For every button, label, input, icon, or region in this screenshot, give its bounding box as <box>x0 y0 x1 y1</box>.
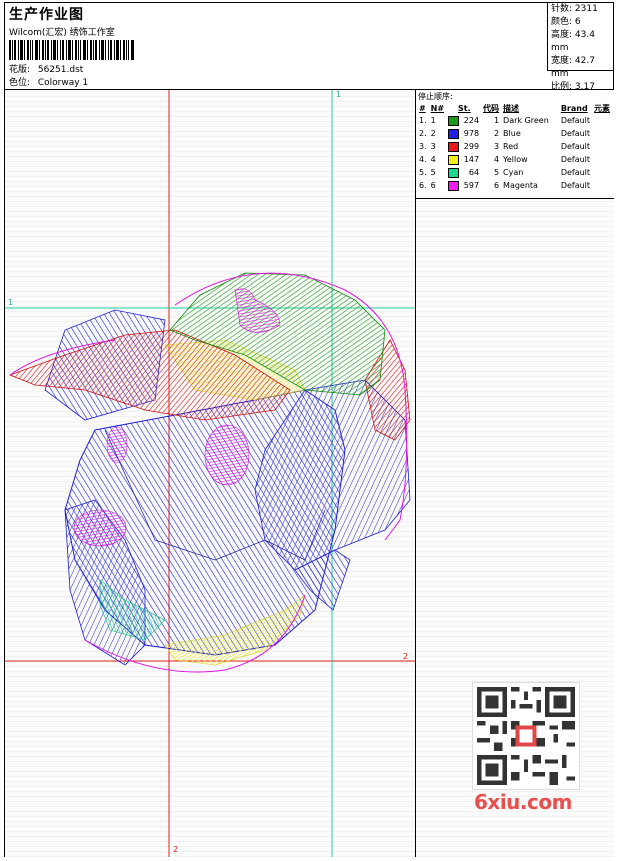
watermark: 6xiu.com <box>474 790 572 814</box>
row-code: 1 <box>493 116 500 125</box>
worksheet: 生产作业图 Wilcom(汇宏) 绣饰工作室 花版: 5 6251.dst 色位:… <box>4 2 614 857</box>
row-desc: Dark Green <box>503 116 549 125</box>
row-desc: Blue <box>503 129 521 138</box>
design-value: 56251.dst <box>37 65 84 75</box>
legend-title: 停止顺序: <box>418 92 453 101</box>
col-stitches: St. <box>458 103 471 113</box>
row-stitches: 597 <box>446 179 481 192</box>
qr-code <box>472 682 580 790</box>
row-index: 4. <box>419 155 427 164</box>
side-panel: 停止顺序: # N# St. 代码 描述 Brand 元素 1. 1 224 1 Dar… <box>416 90 614 857</box>
row-brand: Default <box>560 155 591 164</box>
col-code: 代码 <box>483 103 500 113</box>
axis-label-bottom: 2 <box>173 845 179 854</box>
stat-stitches: 针数: 2311 <box>551 4 598 14</box>
row-n: 6 <box>430 181 436 190</box>
magenta-brow <box>106 426 128 464</box>
row-index: 6. <box>419 181 427 190</box>
stitch-count: 597 <box>463 181 480 190</box>
embroidery-preview <box>5 90 415 857</box>
color-legend: 停止顺序: # N# St. 代码 描述 Brand 元素 1. 1 224 1 Dar… <box>416 90 614 199</box>
color-swatch <box>448 128 460 139</box>
color-swatch <box>448 141 460 152</box>
stitch-count: 64 <box>468 168 480 177</box>
color-swatch <box>448 154 460 165</box>
row-index: 5. <box>419 168 427 177</box>
page-title: 生产作业图 <box>9 7 84 23</box>
row-desc: Cyan <box>503 168 524 177</box>
design-canvas[interactable]: 1 1 2 2 <box>5 90 416 857</box>
barcode <box>9 40 134 60</box>
software-subtitle: Wilcom(汇宏) 绣饰工作室 <box>9 28 115 38</box>
legend-table: # N# St. 代码 描述 Brand 元素 1. 1 224 1 Dark Gree… <box>417 102 612 192</box>
colorway-line: 色位: Colorway 1 <box>9 75 88 88</box>
row-n: 2 <box>430 129 436 138</box>
col-n: N# <box>430 103 445 113</box>
legend-row: 5. 5 64 5 Cyan Default <box>417 166 612 179</box>
legend-row: 4. 4 147 4 Yellow Default <box>417 153 612 166</box>
row-stitches: 147 <box>446 153 481 166</box>
row-brand: Default <box>560 181 591 190</box>
stitch-count: 299 <box>463 142 480 151</box>
stats-box: 针数: 2311 颜色: 6 高度: 43.4 mm 宽度: 42.7 mm 比… <box>547 3 613 92</box>
col-desc: 描述 <box>503 103 520 113</box>
legend-row: 2. 2 978 2 Blue Default <box>417 127 612 140</box>
row-stitches: 224 <box>446 114 481 127</box>
axis-label-top: 1 <box>336 90 342 99</box>
stitch-count: 978 <box>463 129 480 138</box>
magenta-eye <box>204 424 250 486</box>
col-element: 元素 <box>594 103 611 113</box>
row-stitches: 978 <box>446 127 481 140</box>
row-n: 5 <box>430 168 436 177</box>
row-code: 3 <box>493 142 500 151</box>
colorway-value: Colorway 1 <box>37 78 89 88</box>
row-stitches: 299 <box>446 140 481 153</box>
row-code: 5 <box>493 168 500 177</box>
row-index: 2. <box>419 129 427 138</box>
stat-height: 高度: 43.4 mm <box>551 30 595 53</box>
col-index: # <box>419 103 426 113</box>
colorway-label: 色位: <box>9 78 31 88</box>
color-swatch <box>448 115 460 126</box>
stitch-count: 224 <box>463 116 480 125</box>
axis-label-right: 2 <box>403 652 409 661</box>
legend-row: 1. 1 224 1 Dark Green Default <box>417 114 612 127</box>
row-brand: Default <box>560 116 591 125</box>
row-code: 6 <box>493 181 500 190</box>
design-label: 花版: <box>9 65 31 75</box>
header: 生产作业图 Wilcom(汇宏) 绣饰工作室 花版: 56251.dst 色位:… <box>5 3 613 92</box>
row-index: 3. <box>419 142 427 151</box>
row-stitches: 64 <box>446 166 481 179</box>
row-n: 4 <box>430 155 436 164</box>
axis-label-left: 1 <box>8 298 14 307</box>
magenta-nostril <box>73 509 127 547</box>
stat-colors: 颜色: 6 <box>551 17 581 27</box>
stat-width: 宽度: 42.7 mm <box>551 56 595 79</box>
legend-row: 6. 6 597 6 Magenta Default <box>417 179 612 192</box>
color-swatch <box>448 180 460 191</box>
row-brand: Default <box>560 129 591 138</box>
legend-row: 3. 3 299 3 Red Default <box>417 140 612 153</box>
row-n: 3 <box>430 142 436 151</box>
row-brand: Default <box>560 142 591 151</box>
row-code: 2 <box>493 129 500 138</box>
col-brand: Brand <box>560 103 588 113</box>
row-code: 4 <box>493 155 500 164</box>
row-desc: Red <box>503 142 519 151</box>
row-n: 1 <box>430 116 436 125</box>
design-line: 花版: 56251.dst <box>9 62 83 75</box>
row-desc: Magenta <box>503 181 538 190</box>
row-index: 1. <box>419 116 427 125</box>
legend-header-row: # N# St. 代码 描述 Brand 元素 <box>417 102 612 114</box>
color-swatch <box>448 167 460 178</box>
row-brand: Default <box>560 168 591 177</box>
row-desc: Yellow <box>503 155 528 164</box>
stitch-count: 147 <box>463 155 480 164</box>
